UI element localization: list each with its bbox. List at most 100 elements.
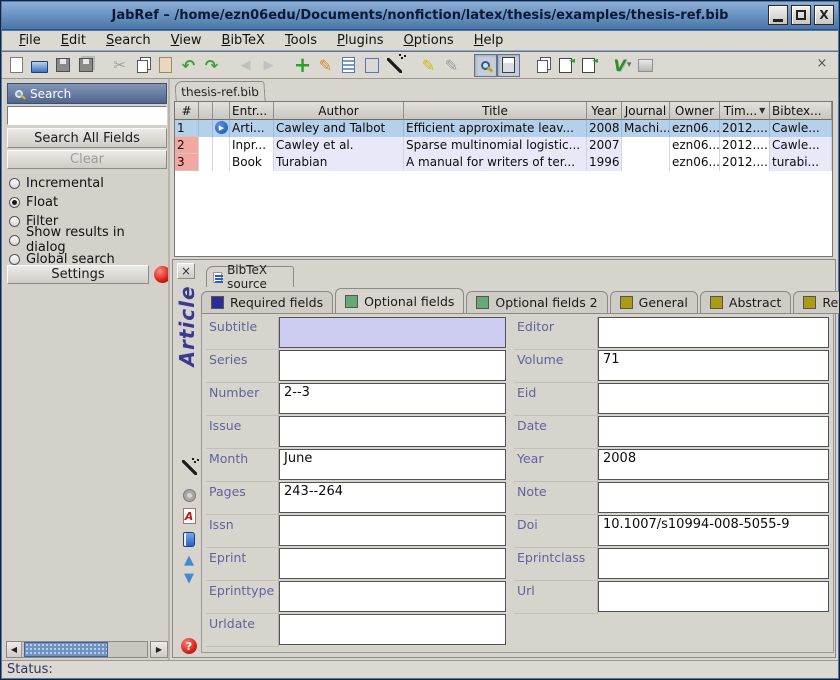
open-database-icon[interactable]: [28, 54, 51, 77]
cell-year[interactable]: 1996: [587, 154, 622, 171]
menu-edit[interactable]: Edit: [52, 32, 95, 49]
cell-title[interactable]: A manual for writers of ter...: [404, 154, 587, 171]
cell-file[interactable]: [213, 154, 230, 171]
push-to-application-icon[interactable]: [554, 54, 577, 77]
tab-optional-fields-2[interactable]: Optional fields 2: [466, 291, 607, 314]
col-timestamp[interactable]: Tim...▼: [720, 102, 770, 120]
cell-entrytype[interactable]: Arti...: [230, 120, 274, 137]
col-bibtexkey[interactable]: Bibtex...: [770, 102, 832, 120]
field-input-volume[interactable]: 71: [598, 350, 829, 381]
table-row[interactable]: 3 Book Turabian A manual for writers of …: [175, 154, 832, 171]
col-ranking[interactable]: [199, 102, 213, 120]
cell-bibtexkey[interactable]: Cawle...: [770, 120, 832, 137]
field-input-date[interactable]: [598, 416, 829, 447]
tab-optional-fields[interactable]: Optional fields: [335, 288, 464, 314]
radio-incremental[interactable]: Incremental: [9, 174, 167, 192]
field-input-issue[interactable]: [279, 416, 506, 447]
minimize-button[interactable]: [768, 5, 788, 25]
menu-help[interactable]: Help: [465, 32, 513, 49]
sidebar-horizontal-scrollbar[interactable]: ◀: [6, 641, 148, 658]
toolbar-close-icon[interactable]: ×: [814, 56, 830, 72]
col-year[interactable]: Year: [587, 102, 622, 120]
next-entry-icon[interactable]: ▼: [179, 570, 199, 588]
cell-author[interactable]: Cawley et al.: [274, 137, 404, 154]
field-input-urldate[interactable]: [279, 614, 506, 645]
cell-journal[interactable]: Machi...: [622, 120, 670, 137]
menu-file[interactable]: File: [10, 32, 50, 49]
cell-owner[interactable]: ezn06...: [670, 137, 720, 154]
field-input-number[interactable]: 2--3: [279, 383, 506, 414]
tab-abstract[interactable]: Abstract: [700, 291, 791, 314]
cell-ranking[interactable]: [199, 120, 213, 137]
cell-year[interactable]: 2008: [587, 120, 622, 137]
menu-view[interactable]: View: [162, 32, 211, 49]
cell-number[interactable]: 3: [175, 154, 199, 171]
toggle-search-icon[interactable]: [474, 54, 497, 77]
cell-file[interactable]: [213, 137, 230, 154]
field-input-month[interactable]: June: [279, 449, 506, 480]
col-journal[interactable]: Journal: [622, 102, 670, 120]
field-input-eprinttype[interactable]: [279, 581, 506, 612]
cell-author[interactable]: Turabian: [274, 154, 404, 171]
field-input-eprint[interactable]: [279, 548, 506, 579]
save-database-icon[interactable]: [51, 54, 74, 77]
cell-title[interactable]: Sparse multinomial logistic...: [404, 137, 587, 154]
cell-bibtexkey[interactable]: Cawle...: [770, 137, 832, 154]
field-input-note[interactable]: [598, 482, 829, 513]
edit-entry-icon[interactable]: ✎: [314, 54, 337, 77]
database-tab[interactable]: thesis-ref.bib: [174, 81, 265, 101]
editor-close-icon[interactable]: ×: [177, 263, 195, 279]
cell-ranking[interactable]: [199, 154, 213, 171]
cell-number[interactable]: 2: [175, 137, 199, 154]
col-owner[interactable]: Owner: [670, 102, 720, 120]
cell-file[interactable]: ▶: [213, 120, 230, 137]
menu-search[interactable]: Search: [97, 32, 160, 49]
scroll-right-icon[interactable]: ▶: [150, 641, 168, 658]
cut-icon[interactable]: ✂: [108, 54, 131, 77]
cell-owner[interactable]: ezn06...: [670, 120, 720, 137]
help-ball-icon[interactable]: [154, 266, 170, 283]
col-entrytype[interactable]: Entr...: [230, 102, 274, 120]
field-input-eid[interactable]: [598, 383, 829, 414]
cell-title[interactable]: Efficient approximate leav...: [404, 120, 587, 137]
undo-icon[interactable]: ↶: [177, 54, 200, 77]
settings-button[interactable]: Settings: [7, 265, 149, 284]
new-entry-icon[interactable]: +: [291, 54, 314, 77]
redo-icon[interactable]: ↷: [200, 54, 223, 77]
field-input-series[interactable]: [279, 350, 506, 381]
col-author[interactable]: Author: [274, 102, 404, 120]
cell-journal[interactable]: [622, 137, 670, 154]
field-input-eprintclass[interactable]: [598, 548, 829, 579]
unmark-entries-icon[interactable]: ✎: [440, 54, 463, 77]
plaintext-import-icon[interactable]: [383, 54, 406, 77]
field-input-url[interactable]: [598, 581, 829, 612]
edit-strings-icon[interactable]: [360, 54, 383, 77]
tab-required-fields[interactable]: Required fields: [201, 291, 333, 314]
cell-bibtexkey[interactable]: turabi...: [770, 154, 832, 171]
back-icon[interactable]: ◀: [234, 54, 257, 77]
radio-float[interactable]: Float: [9, 193, 167, 211]
tab-review[interactable]: Review: [793, 291, 840, 314]
field-input-year[interactable]: 2008: [598, 449, 829, 480]
new-database-icon[interactable]: [5, 54, 28, 77]
radio-show-results-in-dialog[interactable]: Show results in dialog: [9, 231, 167, 249]
generate-key-wand-icon[interactable]: [179, 458, 199, 476]
cell-number[interactable]: 1: [175, 120, 199, 137]
editor-help-icon[interactable]: ?: [179, 637, 199, 655]
paste-icon[interactable]: [154, 54, 177, 77]
col-title[interactable]: Title: [404, 102, 587, 120]
toggle-preview-icon[interactable]: [497, 54, 520, 77]
openoffice-icon[interactable]: [634, 54, 657, 77]
table-row[interactable]: 1 ▶ Arti... Cawley and Talbot Efficient …: [175, 120, 832, 137]
edit-preamble-icon[interactable]: [337, 54, 360, 77]
menu-options[interactable]: Options: [395, 32, 463, 49]
field-input-editor[interactable]: [598, 317, 829, 348]
search-input[interactable]: [7, 106, 167, 125]
copy-citation-icon[interactable]: [531, 54, 554, 77]
cell-entrytype[interactable]: Inpr...: [230, 137, 274, 154]
cell-author[interactable]: Cawley and Talbot: [274, 120, 404, 137]
menu-plugins[interactable]: Plugins: [328, 32, 393, 49]
push-to-application-2-icon[interactable]: [577, 54, 600, 77]
menu-tools[interactable]: Tools: [276, 32, 326, 49]
copy-icon[interactable]: [131, 54, 154, 77]
